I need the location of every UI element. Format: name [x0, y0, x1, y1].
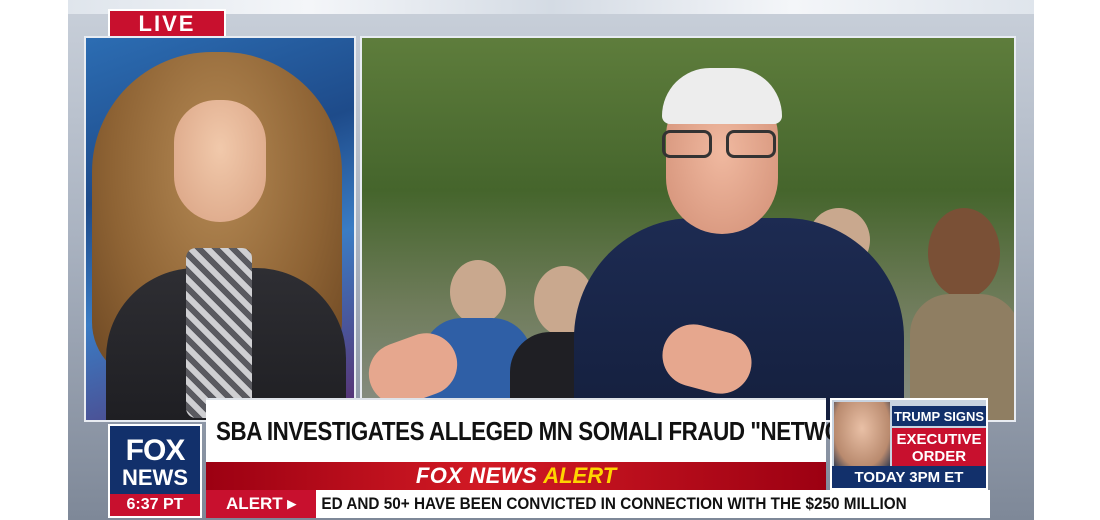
promo-time: TODAY 3PM ET	[832, 466, 986, 488]
speaker-jacket	[574, 218, 904, 420]
upcoming-promo: TRUMP SIGNS EXECUTIVE ORDER TODAY 3PM ET	[830, 398, 988, 490]
logo-fox: FOX	[125, 434, 186, 467]
promo-subtitle: EXECUTIVE ORDER	[892, 428, 986, 468]
headline-bar: SBA INVESTIGATES ALLEGED MN SOMALI FRAUD…	[206, 398, 884, 462]
anchor-video-panel	[84, 36, 356, 422]
anchor-face	[174, 100, 266, 222]
logo-news: NEWS	[122, 465, 188, 490]
crowd-person	[928, 208, 1000, 298]
promo-photo	[834, 402, 890, 468]
time-clock: 6:37 PT	[110, 494, 200, 516]
promo-title: TRUMP SIGNS	[892, 406, 986, 426]
live-badge: LIVE	[108, 9, 226, 39]
crowd-person	[450, 260, 506, 324]
alert-brand: FOX NEWS	[415, 463, 538, 488]
news-ticker: ALERT ▸ ED AND 50+ HAVE BEEN CONVICTED I…	[206, 490, 990, 518]
fox-news-alert-bar: FOX NEWS ALERT	[206, 462, 826, 490]
speaker-video-panel	[360, 36, 1016, 422]
anchor-scarf	[186, 248, 252, 418]
ticker-label: ALERT ▸	[206, 490, 316, 518]
fox-news-logo: FOX NEWS 6:37 PT	[108, 424, 202, 518]
alert-word: ALERT	[543, 463, 617, 488]
ticker-text: ED AND 50+ HAVE BEEN CONVICTED IN CONNEC…	[321, 494, 907, 513]
speaker-glasses	[662, 130, 784, 160]
speaker-hair	[662, 68, 782, 124]
headline-text: SBA INVESTIGATES ALLEGED MN SOMALI FRAUD…	[216, 415, 884, 446]
